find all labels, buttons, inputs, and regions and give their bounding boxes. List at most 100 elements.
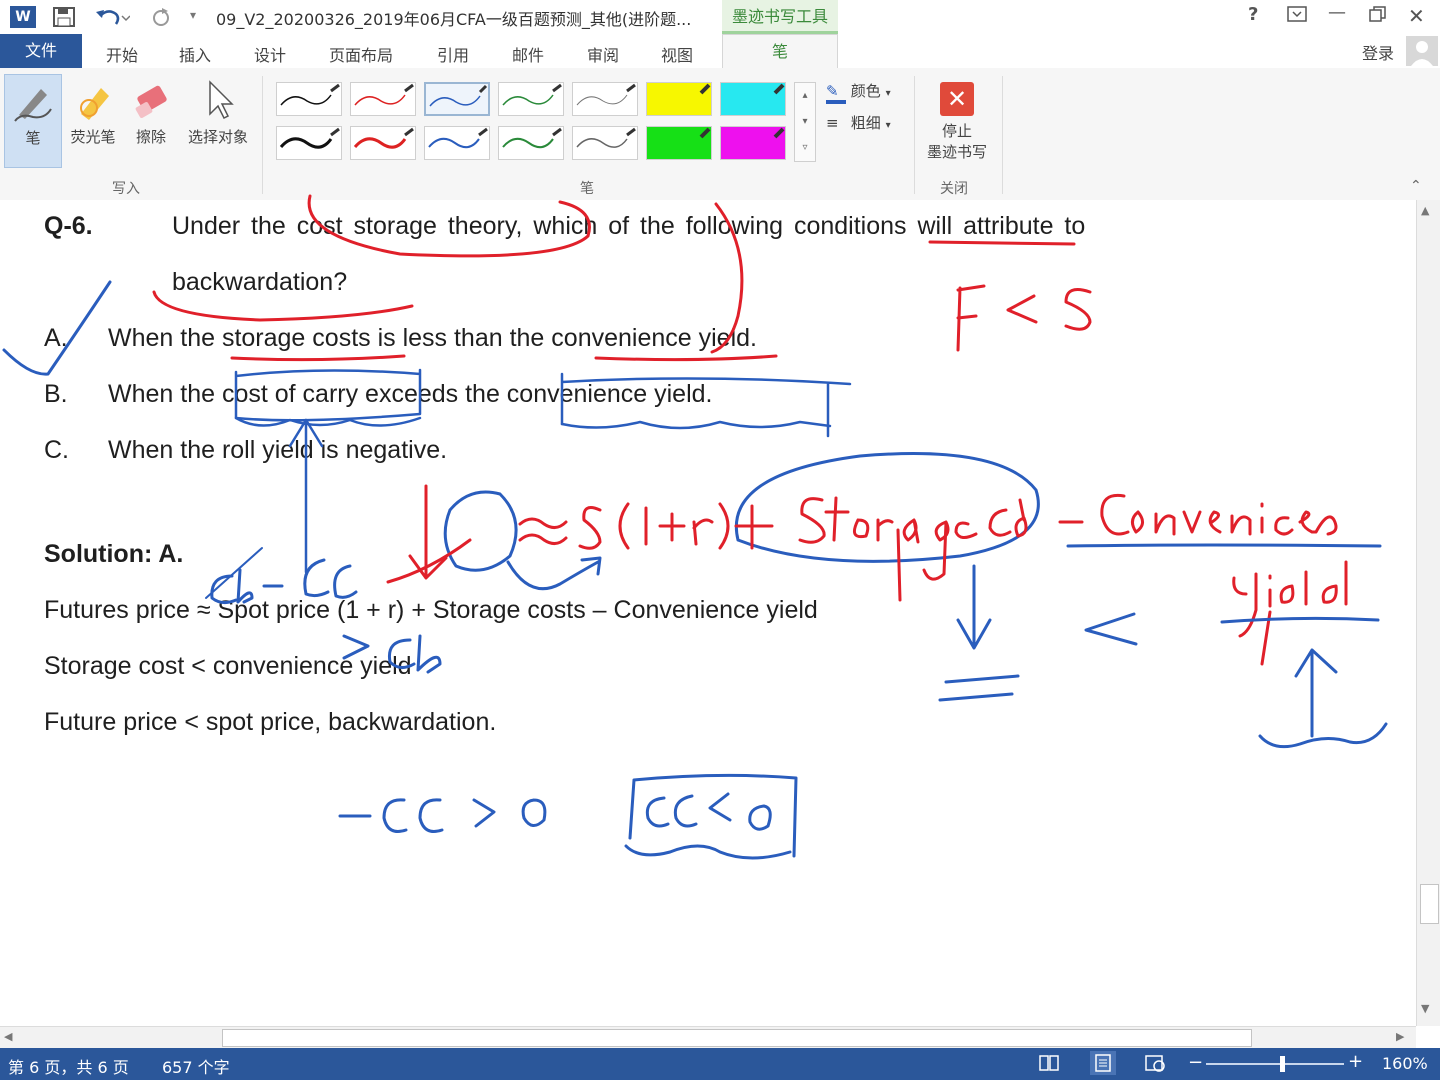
gallery-scroll[interactable]: ▴ ▾ ▿ [794,82,816,162]
highlighter-green[interactable] [646,126,712,160]
ribbon-panel: 笔 荧光笔 擦除 选择对象 写入 ▴ ▾ ▿ ✎ 颜色 ▾ ≡ 粗细 ▾ 笔 ✕… [0,68,1440,201]
solution-line-3: Future price < spot price, backwardation… [44,708,497,736]
tab-insert[interactable]: 插入 [179,42,211,66]
zoom-level[interactable]: 160% [1382,1054,1428,1073]
write-group-label: 写入 [112,181,140,197]
scroll-right-icon[interactable]: ▶ [1396,1030,1404,1043]
option-letter-c: C. [44,436,69,464]
login-link[interactable]: 登录 [1362,40,1394,64]
ribbon-tab-bar [0,34,1440,69]
highlighter-icon [80,88,109,120]
chevron-down-icon: ▾ [885,88,891,99]
read-mode-icon[interactable] [1038,1053,1060,1077]
tab-mailings[interactable]: 邮件 [512,42,544,66]
page-count[interactable]: 第 6 页，共 6 页 [8,1054,129,1078]
group-divider [1002,76,1003,194]
pen-icon [14,89,52,122]
document-title: 09_V2_20200326_2019年06月CFA一级百题预测_其他(进阶题.… [216,10,692,29]
option-letter-b: B. [44,380,68,408]
stop-inking-icon: ✕ [940,82,974,116]
solution-title: Solution: A. [44,540,184,568]
option-letter-a: A. [44,324,68,352]
ink-tools-contextual-title: 墨迹书写工具 [722,0,838,34]
highlighter-yellow[interactable] [646,82,712,116]
ribbon-display-options-icon[interactable] [1286,4,1308,29]
select-objects-label: 选择对象 [187,128,248,146]
eraser-tool-button[interactable]: 擦除 [124,74,178,168]
zoom-slider[interactable] [1206,1063,1344,1065]
zoom-slider-thumb[interactable] [1280,1056,1285,1072]
option-text-c: When the roll yield is negative. [108,436,448,464]
vertical-scrollbar[interactable]: ▲ ▼ [1416,200,1440,1026]
vertical-scroll-thumb[interactable] [1420,884,1439,924]
pen-group-label: 笔 [580,181,594,197]
close-icon[interactable]: ✕ [1408,4,1425,28]
pen-color-label: 颜色 [850,82,881,100]
stop-inking-label-2: 墨迹书写 [926,143,987,161]
scroll-down-icon[interactable]: ▼ [1421,1002,1429,1015]
pen-style-red-thin[interactable] [350,82,416,116]
horizontal-scroll-thumb[interactable] [222,1029,1252,1047]
pen-tool-button[interactable]: 笔 [4,74,62,168]
question-text-line1: Under the cost storage theory, which of … [172,212,1086,240]
avatar[interactable] [1406,36,1438,66]
pen-style-black-thick[interactable] [276,126,342,160]
collapse-ribbon-icon[interactable]: ⌃ [1410,178,1422,194]
stop-inking-button[interactable]: ✕ 停止 墨迹书写 [918,78,996,174]
tab-file[interactable]: 文件 [0,34,82,68]
word-count[interactable]: 657 个字 [162,1054,230,1078]
pen-weight-label: 粗细 [850,114,881,132]
customize-quick-access-icon[interactable]: ▾ [190,8,196,22]
pen-tool-label: 笔 [25,129,41,147]
highlighter-cyan[interactable] [720,82,786,116]
pen-style-blue-thin[interactable] [424,82,490,116]
pen-color-button[interactable]: ✎ 颜色 ▾ [826,80,891,104]
tab-page-layout[interactable]: 页面布局 [329,42,393,66]
word-app-icon[interactable]: W [10,6,36,28]
solution-line-2: Storage cost < convenience yield [44,652,412,680]
pen-gallery: ▴ ▾ ▿ [272,78,818,166]
select-objects-button[interactable]: 选择对象 [180,74,256,168]
tab-view[interactable]: 视图 [661,42,693,66]
zoom-out-icon[interactable]: − [1188,1052,1203,1073]
save-icon[interactable] [52,6,76,32]
minimize-icon[interactable]: — [1328,2,1346,23]
help-button[interactable]: ? [1248,4,1258,25]
scroll-left-icon[interactable]: ◀ [4,1030,12,1043]
pen-style-green-thin[interactable] [498,82,564,116]
group-divider [914,76,915,194]
pen-style-black-thin[interactable] [276,82,342,116]
pen-style-red-thick[interactable] [350,126,416,160]
pen-style-gray-thick[interactable] [572,126,638,160]
pen-style-blue-thick[interactable] [424,126,490,160]
highlighter-tool-button[interactable]: 荧光笔 [66,74,120,168]
option-text-b: When the cost of carry exceeds the conve… [108,380,713,408]
pen-style-gray-thin[interactable] [572,82,638,116]
document-page[interactable]: Q-6. Under the cost storage theory, whic… [0,200,1416,1026]
highlighter-tool-label: 荧光笔 [70,128,116,146]
question-text-line2: backwardation? [172,268,348,296]
option-text-a: When the storage costs is less than the … [108,324,757,352]
restore-icon[interactable] [1368,4,1388,29]
close-group-label: 关闭 [940,181,968,197]
horizontal-scrollbar[interactable]: ◀ ▶ [0,1026,1416,1049]
tab-design[interactable]: 设计 [254,42,286,66]
select-cursor-icon [209,80,234,120]
print-layout-icon[interactable] [1090,1051,1116,1075]
tab-home[interactable]: 开始 [106,42,138,66]
tab-references[interactable]: 引用 [437,42,469,66]
pen-weight-button[interactable]: ≡ 粗细 ▾ [826,112,891,133]
question-label: Q-6. [44,212,93,240]
undo-icon[interactable] [94,6,131,32]
scroll-up-icon[interactable]: ▲ [1421,204,1429,217]
line-weight-icon: ≡ [826,114,839,132]
chevron-down-icon: ▾ [885,120,891,131]
pen-style-green-thick[interactable] [498,126,564,160]
stop-inking-label-1: 停止 [941,122,972,140]
zoom-in-icon[interactable]: + [1348,1051,1363,1072]
highlighter-magenta[interactable] [720,126,786,160]
tab-pen[interactable]: 笔 [722,34,838,69]
redo-icon[interactable] [150,6,172,32]
tab-review[interactable]: 审阅 [587,42,619,66]
web-layout-icon[interactable] [1144,1053,1166,1077]
